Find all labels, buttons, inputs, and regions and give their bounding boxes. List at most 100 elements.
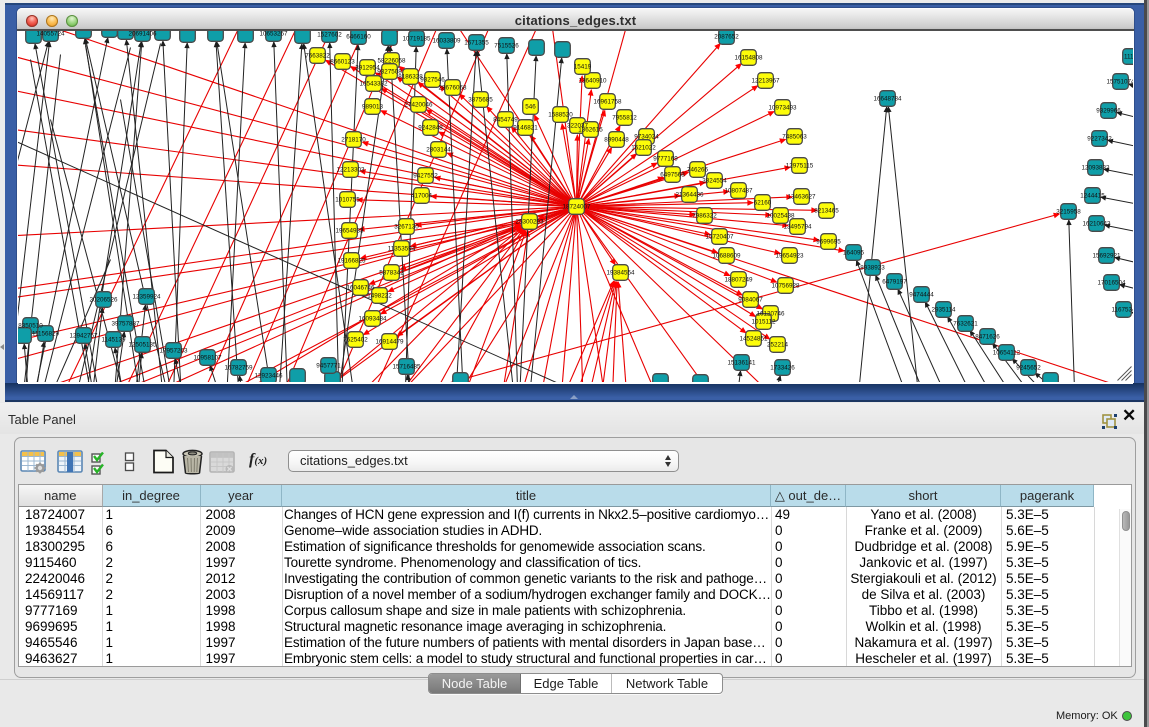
svg-text:9777169: 9777169 [653,156,678,163]
svg-text:2718170: 2718170 [341,137,366,144]
svg-text:1621022: 1621022 [631,145,656,152]
svg-text:12505135: 12505135 [128,342,157,349]
svg-text:16543382: 16543382 [359,81,388,88]
svg-text:16033809: 16033809 [432,38,461,45]
svg-text:1010755: 1010755 [335,197,360,204]
svg-text:6479197: 6479197 [882,279,907,286]
svg-text:1145139: 1145139 [101,337,126,344]
svg-text:21364436: 21364436 [675,192,704,199]
svg-text:10756928: 10756928 [771,283,800,290]
svg-text:12213303: 12213303 [336,167,365,174]
svg-text:7485063: 7485063 [782,134,807,141]
svg-text:15716485: 15716485 [392,364,421,371]
svg-text:28676068: 28676068 [438,85,467,92]
svg-text:1167534: 1167534 [1111,307,1133,314]
svg-text:10654112: 10654112 [992,350,1020,357]
svg-text:8471626: 8471626 [975,334,1000,341]
svg-text:9245652: 9245652 [1016,365,1041,372]
svg-text:164095: 164095 [842,250,864,257]
svg-text:19384554: 19384554 [606,270,635,277]
svg-text:15751074: 15751074 [1106,79,1133,86]
svg-text:62160: 62160 [753,200,771,207]
svg-text:746266: 746266 [686,167,708,174]
svg-text:12942757: 12942757 [69,333,98,340]
svg-text:9457771: 9457771 [316,363,341,370]
svg-text:1498222: 1498222 [367,293,392,300]
svg-text:1117: 1117 [1123,54,1133,61]
svg-text:2935114: 2935114 [931,307,956,314]
svg-text:7515526: 7515526 [494,43,519,50]
svg-text:1527602: 1527602 [317,32,342,39]
svg-text:16210643: 16210643 [1082,221,1111,228]
svg-text:9474444: 9474444 [909,292,934,299]
svg-text:3215958: 3215958 [1056,209,1081,216]
svg-text:16648784: 16648784 [873,96,902,103]
svg-text:7625402: 7625402 [343,337,368,344]
svg-text:3875685: 3875685 [468,97,493,104]
svg-text:10025438: 10025438 [766,213,795,220]
svg-text:16961758: 16961758 [593,99,622,106]
svg-text:5878342: 5878342 [379,270,404,277]
svg-text:9734024: 9734024 [634,134,659,141]
svg-text:3824554: 3824554 [702,178,727,185]
svg-text:25300293: 25300293 [515,219,544,226]
svg-text:7955812: 7955812 [612,115,637,122]
svg-text:16782759: 16782759 [224,365,253,372]
svg-text:10719185: 10719185 [402,36,431,43]
svg-text:11156829: 11156829 [31,331,59,338]
svg-text:19654923: 19654923 [775,253,804,260]
svg-text:7986322: 7986322 [692,213,717,220]
svg-text:15419: 15419 [573,64,591,71]
svg-text:252214: 252214 [766,342,788,349]
svg-text:14055724: 14055724 [36,31,65,38]
svg-text:15692921: 15692921 [1092,253,1121,260]
svg-text:18807249: 18807249 [724,277,753,284]
svg-text:10958107: 10958107 [193,355,222,362]
svg-text:1244415: 1244415 [1080,193,1105,200]
svg-text:8938923: 8938923 [860,265,885,272]
svg-text:8990448: 8990448 [604,137,629,144]
svg-text:16093484: 16093484 [358,316,387,323]
svg-text:16046746: 16046746 [346,285,375,292]
svg-text:27420046: 27420046 [404,102,433,109]
svg-text:13640910: 13640910 [578,78,607,85]
svg-text:1671355: 1671355 [464,40,489,47]
svg-text:10688609: 10688609 [712,253,741,260]
svg-text:1362615: 1362615 [578,127,603,134]
svg-text:16914479: 16914479 [375,339,404,346]
svg-text:14524851: 14524851 [739,336,768,343]
svg-text:1733426: 1733426 [770,365,795,372]
svg-text:989013: 989013 [361,104,383,111]
svg-text:9699695: 9699695 [816,239,841,246]
svg-text:13495794: 13495794 [783,224,812,231]
svg-text:9329966: 9329966 [1096,108,1121,115]
svg-text:1015112: 1015112 [751,319,776,326]
svg-text:1588520: 1588520 [548,112,573,119]
svg-text:13463627: 13463627 [787,194,816,201]
svg-text:17957263: 17957263 [159,348,188,355]
svg-text:12213967: 12213967 [751,78,780,85]
svg-text:58226058: 58226058 [377,58,406,65]
svg-text:20691406: 20691406 [128,31,157,38]
svg-text:7632621: 7632621 [953,321,978,328]
svg-text:3267130: 3267130 [394,224,419,231]
svg-text:9084067: 9084067 [738,297,763,304]
svg-text:12093832: 12093832 [1081,165,1110,172]
svg-text:9146821: 9146821 [513,125,538,132]
svg-text:8213465: 8213465 [814,208,839,215]
svg-text:16154808: 16154808 [734,55,763,62]
svg-text:8454749: 8454749 [493,117,518,124]
svg-text:9427552: 9427552 [413,173,438,180]
svg-text:10653267: 10653267 [259,31,288,38]
svg-text:10973493: 10973493 [768,105,797,112]
svg-text:2803144: 2803144 [426,147,451,154]
svg-text:39757887: 39757887 [111,321,140,328]
svg-text:9327546: 9327546 [420,77,445,84]
svg-text:20206526: 20206526 [89,297,118,304]
svg-text:19654933: 19654933 [335,228,364,235]
svg-text:8350510: 8350510 [18,323,43,330]
svg-text:15136141: 15136141 [727,360,756,367]
svg-text:2087652: 2087652 [714,34,739,41]
svg-text:12975115: 12975115 [785,163,813,170]
svg-text:9242848: 9242848 [418,125,443,132]
